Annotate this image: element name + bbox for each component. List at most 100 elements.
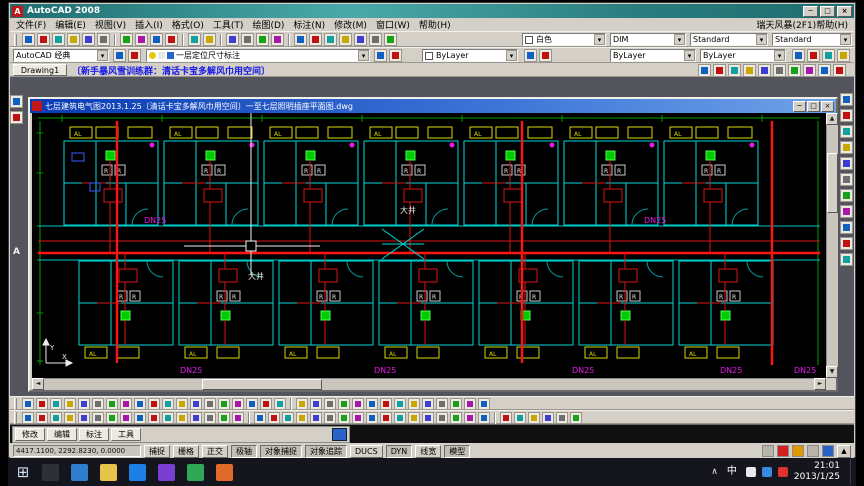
extend-icon[interactable]: [162, 412, 174, 424]
dim-ordinate-icon[interactable]: [296, 412, 308, 424]
scroll-up-icon[interactable]: ▲: [826, 113, 838, 125]
scale-icon[interactable]: [120, 412, 132, 424]
osnap-tangent-icon[interactable]: [450, 398, 462, 410]
make-object-layer-current-icon[interactable]: [374, 49, 387, 62]
chevron-down-icon[interactable]: ▾: [506, 50, 517, 61]
menu-modify[interactable]: 修改(M): [334, 18, 367, 31]
drawing-window[interactable]: 七层建筑电气图2013.1.25〔清话卡宝多解风巾用空间〕一至七层照明插座平面图…: [28, 97, 838, 392]
network-icon[interactable]: [761, 467, 772, 477]
menu-insert[interactable]: 插入(I): [135, 18, 163, 31]
dim-continue-icon[interactable]: [380, 412, 392, 424]
ortho-tool-icon[interactable]: [743, 64, 756, 77]
dock-tool-icon[interactable]: [10, 111, 23, 124]
chevron-down-icon[interactable]: ▾: [684, 50, 695, 61]
properties-icon[interactable]: [294, 33, 307, 46]
trusted-autoloader-icon[interactable]: [792, 445, 804, 457]
osnap-midpoint-icon[interactable]: [394, 398, 406, 410]
dim-text-edit-icon[interactable]: [450, 412, 462, 424]
dock-tool-icon[interactable]: [839, 125, 853, 138]
new-icon[interactable]: [22, 33, 35, 46]
drawing-window-title-bar[interactable]: 七层建筑电气图2013.1.25〔清话卡宝多解风巾用空间〕一至七层照明插座平面图…: [30, 99, 836, 113]
layer-previous-icon[interactable]: [389, 49, 402, 62]
scroll-left-icon[interactable]: ◄: [32, 378, 44, 390]
tab-pin-icon[interactable]: [713, 64, 726, 77]
visual-style-icon[interactable]: [528, 412, 540, 424]
maximize-button[interactable]: □: [820, 5, 835, 17]
color-combo[interactable]: 白色 ▾: [522, 33, 606, 46]
calc-icon[interactable]: [366, 398, 378, 410]
toolbar-grip[interactable]: [14, 33, 17, 46]
plot-preview-icon[interactable]: [82, 33, 95, 46]
toolbar-grip[interactable]: [14, 398, 17, 410]
scroll-down-icon[interactable]: ▼: [826, 366, 838, 378]
camera-icon[interactable]: [556, 412, 568, 424]
erase-icon[interactable]: [22, 412, 34, 424]
hatch-icon[interactable]: [218, 398, 230, 410]
panel-tool-icon[interactable]: [332, 428, 347, 441]
tool-palettes-icon[interactable]: [324, 33, 337, 46]
pan-icon[interactable]: [226, 33, 239, 46]
quick-dim-icon[interactable]: [352, 412, 364, 424]
dock-tool-icon[interactable]: [839, 157, 853, 170]
otrack-tool-icon[interactable]: [773, 64, 786, 77]
media-player-icon[interactable]: [158, 463, 175, 481]
taskbar-app-icon[interactable]: [187, 463, 204, 481]
dim-arc-icon[interactable]: [282, 412, 294, 424]
annotation-scale-icon[interactable]: [762, 445, 774, 457]
minimize-button[interactable]: ─: [803, 5, 818, 17]
plot-style-icon[interactable]: [792, 49, 805, 62]
array-icon[interactable]: [78, 412, 90, 424]
dock-tool-icon[interactable]: [839, 189, 853, 202]
dim-angular-icon[interactable]: [338, 412, 350, 424]
osnap-nearest-icon[interactable]: [478, 398, 490, 410]
chevron-down-icon[interactable]: ▾: [594, 34, 605, 45]
help-icon[interactable]: [384, 33, 397, 46]
plot-icon[interactable]: [67, 33, 80, 46]
dock-tool-icon[interactable]: [839, 109, 853, 122]
menu-help[interactable]: 帮助(H): [419, 18, 451, 31]
orbit-icon[interactable]: [500, 412, 512, 424]
xline-icon[interactable]: [36, 398, 48, 410]
layer-properties-icon[interactable]: [113, 49, 126, 62]
offset-icon[interactable]: [64, 412, 76, 424]
rotate-icon[interactable]: [106, 412, 118, 424]
start-button[interactable]: ⊞: [10, 459, 36, 485]
osnap-node-icon[interactable]: [464, 398, 476, 410]
join-icon[interactable]: [190, 412, 202, 424]
copy-icon[interactable]: [135, 33, 148, 46]
snap-toggle[interactable]: 捕捉: [144, 444, 170, 458]
list-icon[interactable]: [338, 398, 350, 410]
polar-toggle[interactable]: 极轴: [231, 444, 257, 458]
taskbar-app-icon[interactable]: [71, 463, 88, 481]
dimstyle-combo[interactable]: DIM ▾: [610, 33, 686, 46]
arc-icon[interactable]: [92, 398, 104, 410]
osnap-center-icon[interactable]: [408, 398, 420, 410]
osnap-intersection-icon[interactable]: [422, 398, 434, 410]
id-point-icon[interactable]: [324, 398, 336, 410]
gradient-icon[interactable]: [232, 398, 244, 410]
match-properties-icon[interactable]: [165, 33, 178, 46]
chevron-down-icon[interactable]: ▾: [756, 34, 767, 45]
textstyle-combo[interactable]: Standard ▾: [690, 33, 768, 46]
dock-tool-icon[interactable]: [839, 93, 853, 106]
dock-tool-icon[interactable]: [10, 95, 23, 108]
ortho-toggle[interactable]: 正交: [202, 444, 228, 458]
tolerance-icon[interactable]: [408, 412, 420, 424]
stretch-icon[interactable]: [134, 412, 146, 424]
dock-tool-icon[interactable]: [839, 173, 853, 186]
ime-indicator[interactable]: 中: [724, 464, 740, 480]
toolbar-grip[interactable]: [14, 412, 17, 424]
region-icon[interactable]: [246, 398, 258, 410]
dock-tool-icon[interactable]: [839, 253, 853, 266]
dock-tool-icon[interactable]: [839, 141, 853, 154]
menu-edit[interactable]: 编辑(E): [55, 18, 86, 31]
publish-icon[interactable]: [97, 33, 110, 46]
dim-linear-icon[interactable]: [254, 412, 266, 424]
redo-icon[interactable]: [203, 33, 216, 46]
command-line-area[interactable]: 修改 编辑 标注 工具: [10, 424, 854, 443]
text-tool-icon[interactable]: A: [13, 247, 20, 257]
osnap-toggle[interactable]: 对象捕捉: [260, 444, 302, 458]
spline-icon[interactable]: [134, 398, 146, 410]
menu-window[interactable]: 窗口(W): [376, 18, 410, 31]
grid-toggle[interactable]: 栅格: [173, 444, 199, 458]
